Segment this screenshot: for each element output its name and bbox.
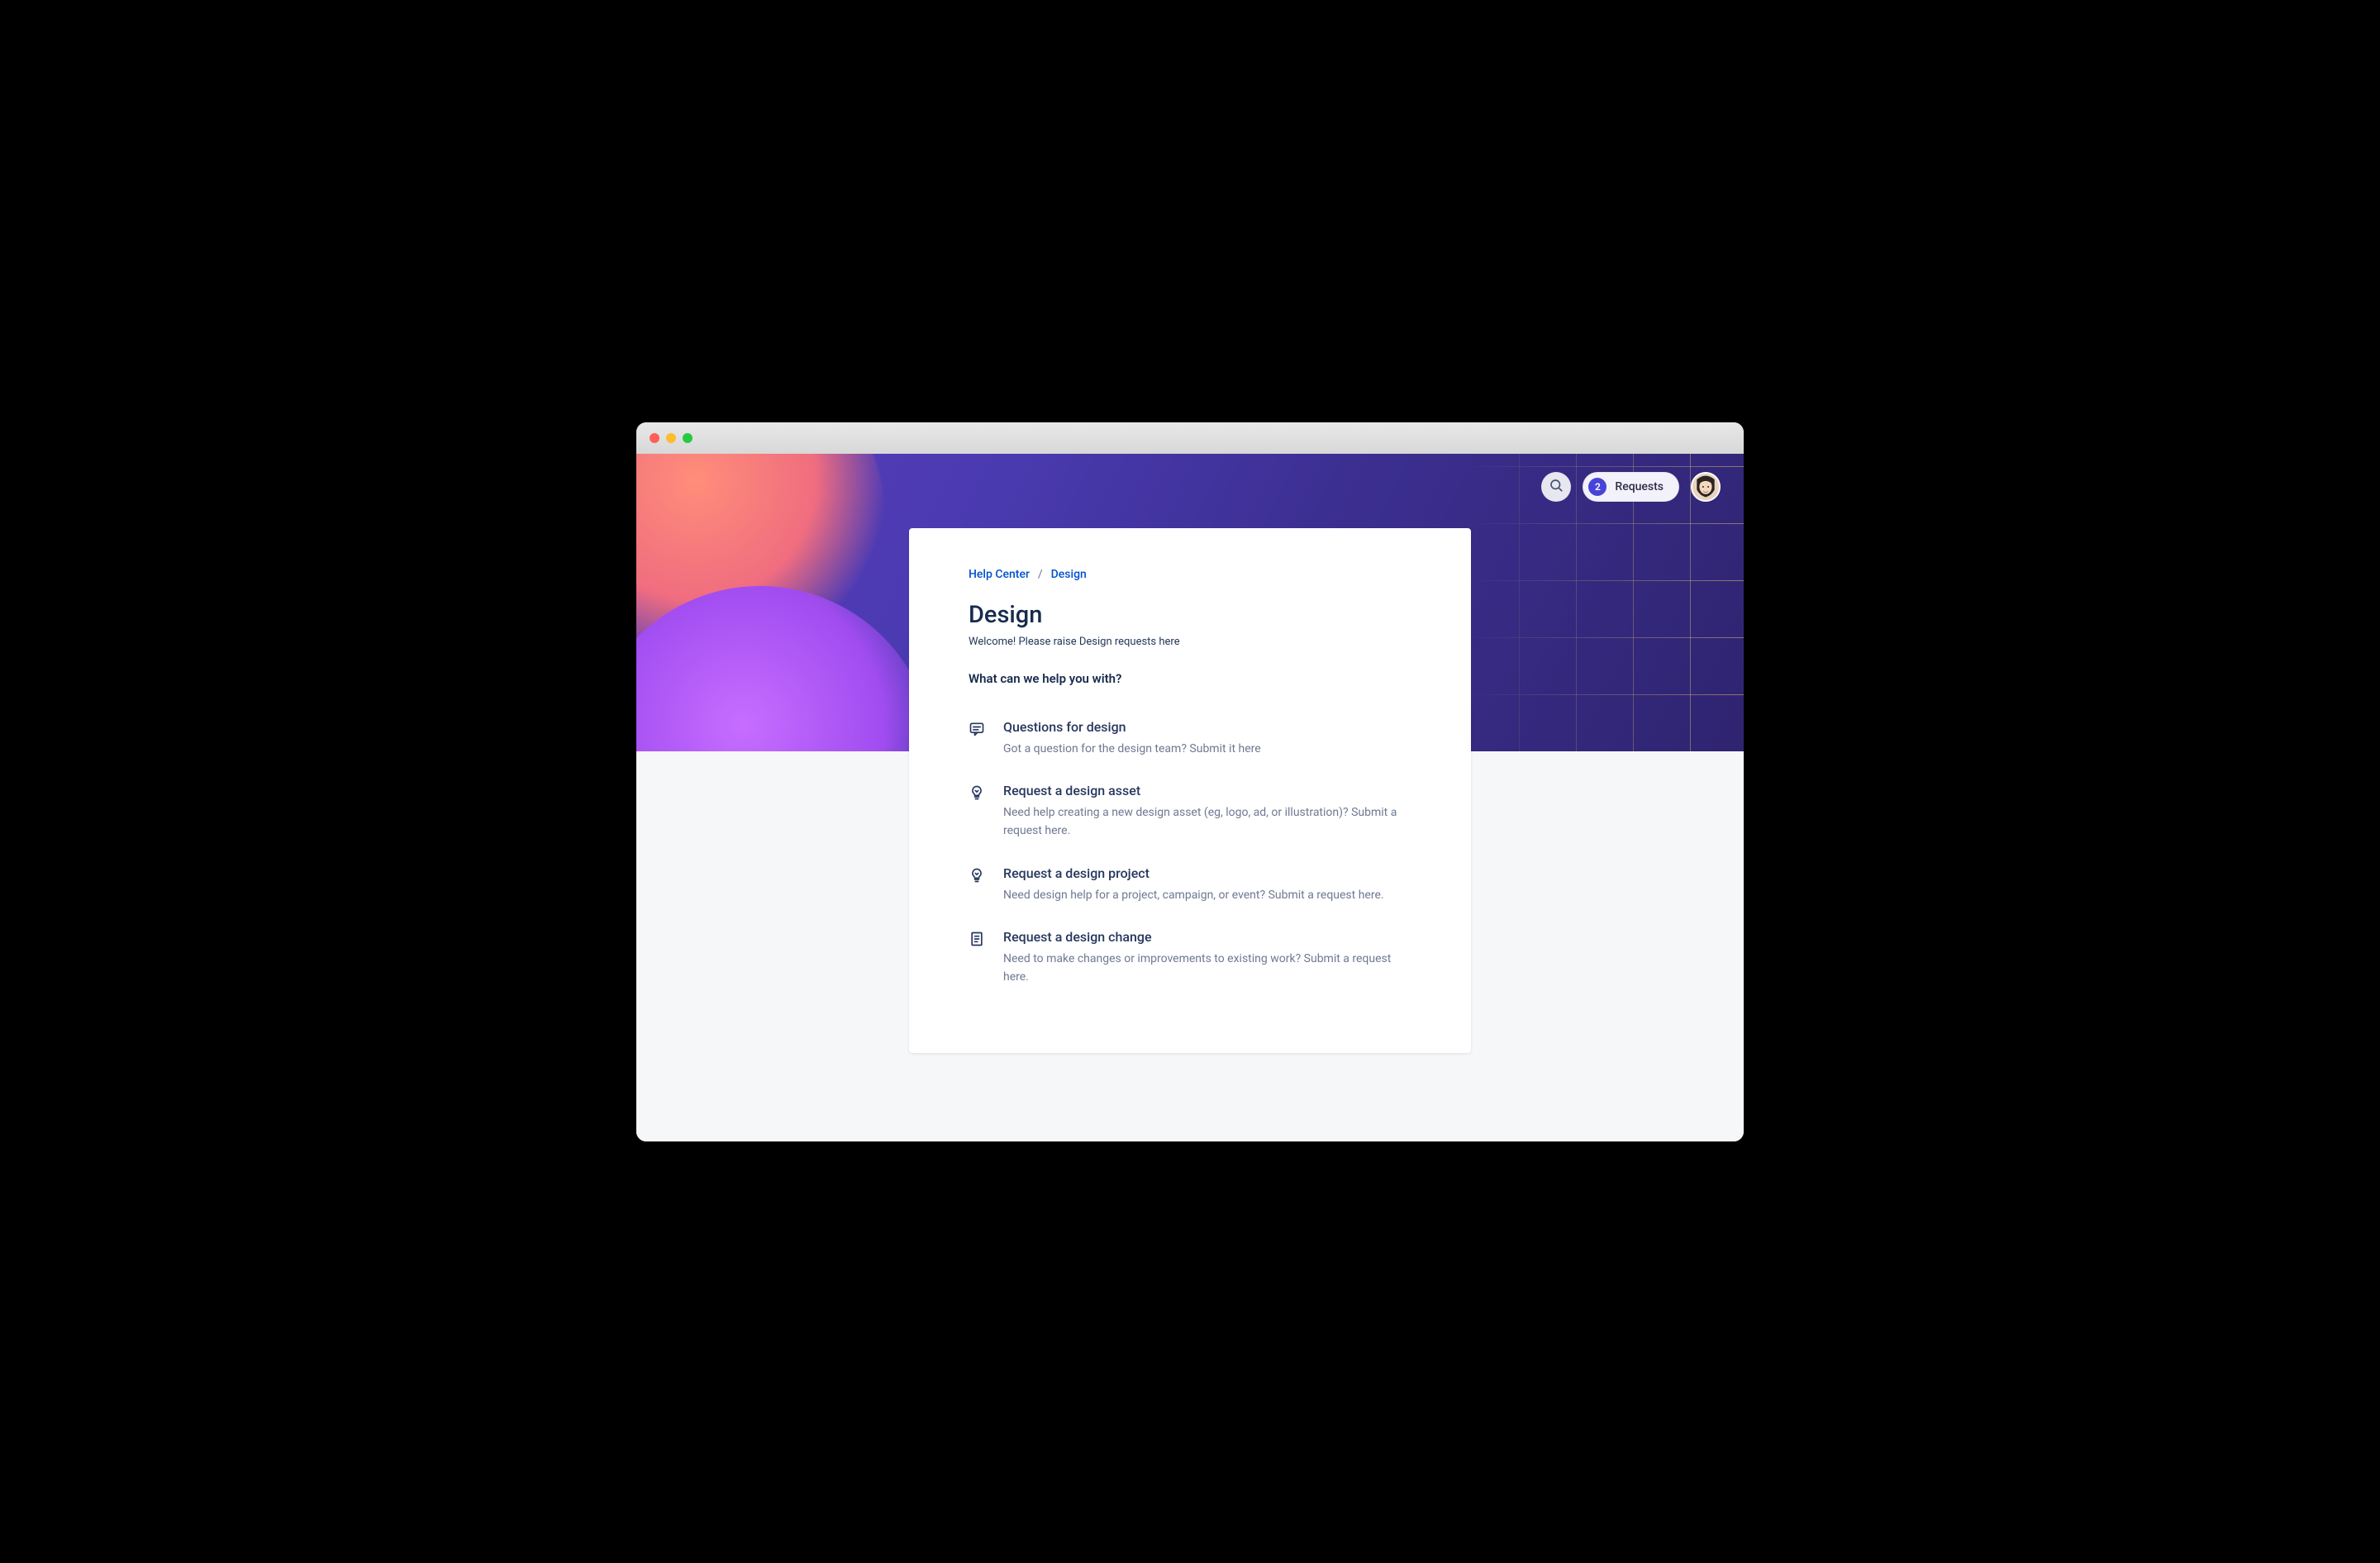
chat-icon — [969, 721, 987, 737]
titlebar — [636, 422, 1744, 454]
app-window: 2 Requests Help Center / Design — [636, 422, 1744, 1141]
request-text: Request a design asset Need help creatin… — [1003, 783, 1411, 841]
request-item-asset[interactable]: Request a design asset Need help creatin… — [969, 783, 1411, 841]
topbar: 2 Requests — [1541, 472, 1721, 502]
request-text: Questions for design Got a question for … — [1003, 719, 1411, 758]
search-button[interactable] — [1541, 472, 1571, 502]
request-text: Request a design project Need design hel… — [1003, 865, 1411, 904]
request-item-change[interactable]: Request a design change Need to make cha… — [969, 929, 1411, 987]
lightbulb-icon — [969, 784, 987, 801]
document-icon — [969, 931, 987, 947]
window-close-button[interactable] — [650, 433, 659, 443]
requests-label: Requests — [1615, 480, 1664, 493]
breadcrumb: Help Center / Design — [969, 568, 1411, 581]
breadcrumb-link-help-center[interactable]: Help Center — [969, 568, 1030, 581]
app-body: 2 Requests Help Center / Design — [636, 454, 1744, 1141]
help-prompt: What can we help you with? — [969, 671, 1411, 686]
request-title: Request a design asset — [1003, 783, 1411, 798]
request-item-questions[interactable]: Questions for design Got a question for … — [969, 719, 1411, 758]
window-zoom-button[interactable] — [683, 433, 693, 443]
request-title: Request a design project — [1003, 865, 1411, 881]
request-list: Questions for design Got a question for … — [969, 719, 1411, 987]
request-title: Questions for design — [1003, 719, 1411, 735]
request-desc: Need design help for a project, campaign… — [1003, 886, 1411, 904]
window-minimize-button[interactable] — [666, 433, 676, 443]
search-icon — [1549, 478, 1564, 496]
request-title: Request a design change — [1003, 929, 1411, 945]
request-desc: Need to make changes or improvements to … — [1003, 950, 1411, 987]
welcome-text: Welcome! Please raise Design requests he… — [969, 636, 1411, 648]
requests-button[interactable]: 2 Requests — [1583, 472, 1679, 502]
request-text: Request a design change Need to make cha… — [1003, 929, 1411, 987]
breadcrumb-separator: / — [1038, 568, 1043, 581]
request-item-project[interactable]: Request a design project Need design hel… — [969, 865, 1411, 904]
lightbulb-icon — [969, 867, 987, 884]
breadcrumb-link-design[interactable]: Design — [1051, 568, 1087, 581]
main-card: Help Center / Design Design Welcome! Ple… — [909, 528, 1471, 1053]
page-title: Design — [969, 601, 1411, 629]
request-desc: Need help creating a new design asset (e… — [1003, 803, 1411, 841]
requests-count-badge: 2 — [1588, 478, 1606, 496]
request-desc: Got a question for the design team? Subm… — [1003, 740, 1411, 758]
avatar[interactable] — [1691, 472, 1721, 502]
